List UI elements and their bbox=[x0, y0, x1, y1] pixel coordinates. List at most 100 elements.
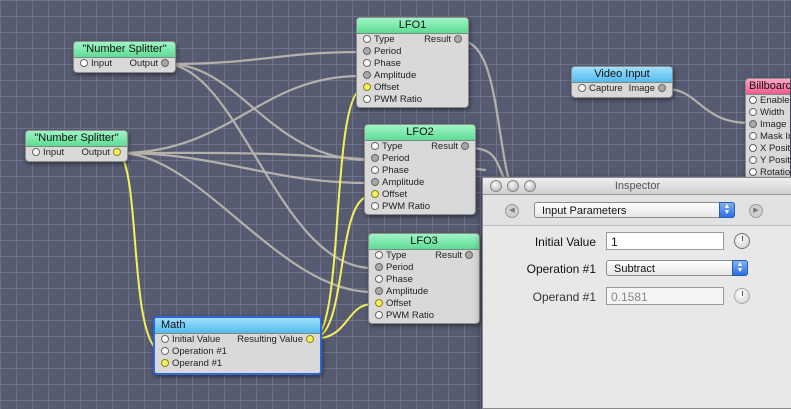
input-port[interactable] bbox=[749, 168, 757, 176]
input-port[interactable] bbox=[371, 154, 379, 162]
port-label: Width bbox=[760, 107, 785, 118]
popup-arrows-icon: ▲ ▼ bbox=[719, 202, 735, 218]
patch-title[interactable]: LFO1 bbox=[357, 18, 468, 34]
inspector-mode-popup[interactable]: Input Parameters ▲ ▼ bbox=[534, 202, 735, 218]
port-label: Phase bbox=[386, 274, 413, 285]
input-port[interactable] bbox=[371, 142, 379, 150]
patch-title[interactable]: Billboard bbox=[746, 79, 790, 95]
input-port[interactable] bbox=[80, 59, 88, 67]
patch-title[interactable]: Video Input bbox=[572, 67, 672, 83]
input-port[interactable] bbox=[363, 95, 371, 103]
input-port[interactable] bbox=[749, 108, 757, 116]
lfo3-patch[interactable]: LFO3 Type Result Period Phase Amplitude O… bbox=[368, 233, 480, 324]
output-port[interactable] bbox=[306, 335, 314, 343]
port-label: Resulting Value bbox=[237, 334, 303, 345]
port-label: Image bbox=[628, 83, 655, 94]
inspector-titlebar[interactable]: Inspector bbox=[483, 178, 791, 195]
input-port[interactable] bbox=[375, 275, 383, 283]
input-port[interactable] bbox=[371, 202, 379, 210]
math-patch[interactable]: Math Initial Value Resulting Value Operat… bbox=[153, 316, 322, 375]
next-pane-button[interactable]: ▶ bbox=[749, 204, 763, 218]
patch-title[interactable]: "Number Splitter" bbox=[74, 42, 175, 58]
port-label: Y Positi bbox=[760, 155, 790, 166]
port-label: Operation #1 bbox=[172, 346, 227, 357]
input-port[interactable] bbox=[32, 148, 40, 156]
input-port[interactable] bbox=[371, 190, 379, 198]
port-label: Amplitude bbox=[386, 286, 429, 297]
operation-label: Operation #1 bbox=[526, 262, 596, 276]
port-label: X Positi bbox=[760, 143, 790, 154]
output-port[interactable] bbox=[461, 142, 469, 150]
lfo2-patch[interactable]: LFO2 Type Result Period Phase Amplitude O… bbox=[364, 124, 476, 215]
input-port[interactable] bbox=[363, 47, 371, 55]
port-label: Offset bbox=[386, 298, 412, 309]
port-label: Mask In bbox=[760, 131, 790, 142]
patch-title[interactable]: "Number Splitter" bbox=[26, 131, 127, 147]
input-port[interactable] bbox=[363, 83, 371, 91]
port-label: Output bbox=[129, 58, 158, 69]
port-label: PWM Ratio bbox=[382, 201, 431, 212]
popup-arrows-icon: ▲ ▼ bbox=[732, 260, 748, 276]
input-port[interactable] bbox=[371, 178, 379, 186]
port-label: Amplitude bbox=[382, 177, 425, 188]
inspector-window: Inspector ◀ Input Parameters ▲ ▼ ▶ Initia… bbox=[482, 177, 791, 409]
operand-dial-icon[interactable] bbox=[734, 288, 750, 304]
input-port[interactable] bbox=[363, 59, 371, 67]
input-port[interactable] bbox=[375, 287, 383, 295]
patch-title[interactable]: LFO2 bbox=[365, 125, 475, 141]
video-input-patch[interactable]: Video Input Capture Image bbox=[571, 66, 673, 98]
inspector-mode-value: Input Parameters bbox=[542, 205, 627, 217]
input-port[interactable] bbox=[161, 335, 169, 343]
close-window-button[interactable] bbox=[490, 180, 502, 192]
input-port[interactable] bbox=[161, 359, 169, 367]
patch-title[interactable]: Math bbox=[155, 318, 320, 334]
input-port[interactable] bbox=[749, 144, 757, 152]
output-port[interactable] bbox=[658, 84, 666, 92]
input-port[interactable] bbox=[578, 84, 586, 92]
input-port[interactable] bbox=[371, 166, 379, 174]
input-port[interactable] bbox=[375, 251, 383, 259]
operand-field[interactable]: 0.1581 bbox=[606, 287, 724, 305]
output-port[interactable] bbox=[113, 148, 121, 156]
number-splitter-patch-1[interactable]: "Number Splitter" Input Output bbox=[73, 41, 176, 73]
input-port[interactable] bbox=[375, 311, 383, 319]
input-port[interactable] bbox=[161, 347, 169, 355]
minimize-window-button[interactable] bbox=[507, 180, 519, 192]
port-label: Initial Value bbox=[172, 334, 221, 345]
operation-popup[interactable]: Subtract ▲ ▼ bbox=[606, 260, 748, 276]
input-port[interactable] bbox=[363, 35, 371, 43]
initial-value-field[interactable]: 1 bbox=[606, 232, 724, 250]
input-port[interactable] bbox=[749, 120, 757, 128]
zoom-window-button[interactable] bbox=[524, 180, 536, 192]
input-port[interactable] bbox=[363, 71, 371, 79]
output-port[interactable] bbox=[161, 59, 169, 67]
initial-value-dial-icon[interactable] bbox=[734, 233, 750, 249]
number-splitter-patch-2[interactable]: "Number Splitter" Input Output bbox=[25, 130, 128, 162]
port-label: Period bbox=[386, 262, 414, 273]
port-label: Result bbox=[431, 141, 458, 152]
lfo1-patch[interactable]: LFO1 Type Result Period Phase Amplitude O… bbox=[356, 17, 469, 108]
input-port[interactable] bbox=[375, 263, 383, 271]
input-port[interactable] bbox=[749, 132, 757, 140]
port-label: Type bbox=[386, 250, 407, 261]
input-port[interactable] bbox=[749, 96, 757, 104]
port-label: Operand #1 bbox=[172, 358, 223, 369]
port-label: PWM Ratio bbox=[374, 94, 423, 105]
operation-value: Subtract bbox=[614, 263, 655, 275]
port-label: Input bbox=[91, 58, 113, 69]
input-port[interactable] bbox=[749, 156, 757, 164]
port-label: Phase bbox=[382, 165, 409, 176]
output-port[interactable] bbox=[454, 35, 462, 43]
patch-title[interactable]: LFO3 bbox=[369, 234, 479, 250]
port-label: Offset bbox=[374, 82, 400, 93]
output-port[interactable] bbox=[465, 251, 473, 259]
previous-pane-button[interactable]: ◀ bbox=[505, 204, 519, 218]
port-label: Input bbox=[43, 147, 65, 158]
input-port[interactable] bbox=[375, 299, 383, 307]
port-label: Type bbox=[374, 34, 395, 45]
port-label: Type bbox=[382, 141, 403, 152]
port-label: Phase bbox=[374, 58, 401, 69]
port-label: Result bbox=[424, 34, 451, 45]
port-label: Result bbox=[435, 250, 462, 261]
port-label: Amplitude bbox=[374, 70, 417, 81]
